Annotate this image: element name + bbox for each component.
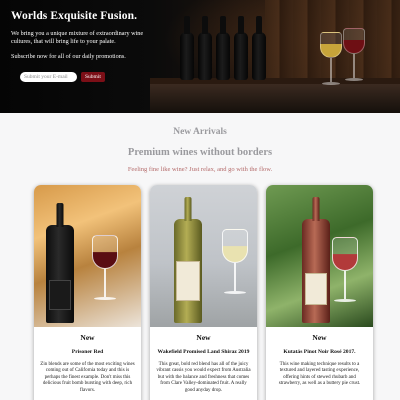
product-name: Wakefield Promised Land Shiraz 2019 — [157, 349, 250, 355]
product-name: Prisoner Red — [71, 349, 104, 355]
new-badge: New — [196, 333, 211, 342]
subscribe-form: Submit — [20, 72, 105, 82]
bottle-label — [49, 280, 71, 310]
product-image — [266, 185, 373, 327]
product-card[interactable]: New Wakefield Promised Land Shiraz 2019 … — [150, 185, 257, 400]
bottle-label — [176, 261, 200, 301]
product-image — [34, 185, 141, 327]
email-input[interactable] — [20, 72, 77, 82]
new-badge: New — [312, 333, 327, 342]
hero-text-block: Worlds Exquisite Fusion. We bring you a … — [11, 10, 161, 60]
hero-white-wine-glass — [320, 32, 342, 85]
section-subheading: Premium wines without borders — [127, 147, 273, 158]
rose-wine-glass — [332, 237, 358, 302]
product-card[interactable]: New Prisoner Red Zin blends are some of … — [34, 185, 141, 400]
product-image — [150, 185, 257, 327]
hero-subscribe-text: Subscribe now for all of our daily promo… — [11, 53, 126, 60]
hero-title: Worlds Exquisite Fusion. — [11, 10, 138, 22]
hero-wine-bottle — [252, 16, 266, 80]
bottle-label — [305, 273, 327, 305]
product-description: This great, bold red blend has all of th… — [156, 362, 251, 393]
hero-description: We bring you a unique mixture of extraor… — [11, 30, 144, 45]
hero-wine-bottle — [180, 16, 194, 80]
hero-wine-bottle — [198, 16, 212, 80]
new-badge: New — [80, 333, 95, 342]
product-card[interactable]: New Kutatás Pinot Noir Rosé 2017. This w… — [266, 185, 373, 400]
white-wine-glass — [222, 229, 248, 294]
submit-button[interactable]: Submit — [81, 72, 105, 82]
hero-red-wine-glass — [343, 28, 365, 81]
product-description: Zin blends are some of the most exciting… — [40, 362, 135, 393]
product-description: This wine making technique results to a … — [278, 362, 361, 387]
wine-bottle — [302, 219, 330, 323]
section-heading: New Arrivals — [173, 127, 227, 137]
hero-banner: Worlds Exquisite Fusion. We bring you a … — [0, 0, 400, 113]
product-name: Kutatás Pinot Noir Rosé 2017. — [283, 349, 356, 355]
section-tagline: Feeling fine like wine? Just relax, and … — [127, 166, 273, 173]
hero-wine-bottle — [234, 16, 248, 80]
red-wine-glass — [92, 235, 118, 300]
hero-table — [150, 84, 400, 113]
hero-wine-bottle — [216, 16, 230, 80]
